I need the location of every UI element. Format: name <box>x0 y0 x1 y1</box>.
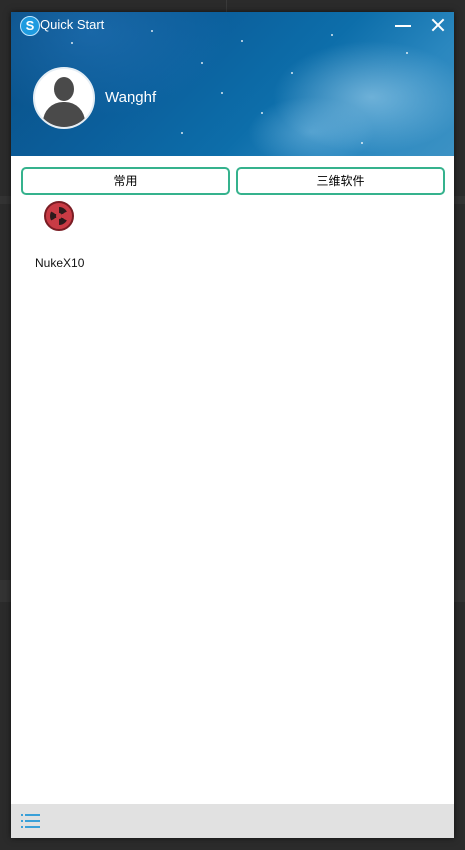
window-title: Quick Start <box>40 17 105 32</box>
list-menu-icon[interactable] <box>21 812 41 830</box>
tab-common[interactable]: 常用 <box>21 167 230 195</box>
avatar[interactable] <box>33 67 95 129</box>
user-name: Wanghf <box>105 89 157 106</box>
minimize-icon[interactable] <box>395 18 413 32</box>
app-label: NukeX10 <box>35 256 85 270</box>
quick-start-window: S Quick Start Wanghf 常用 三维软件 NukeX10 <box>11 12 454 838</box>
close-icon[interactable] <box>429 16 447 34</box>
user-silhouette-icon <box>54 77 74 101</box>
app-launcher-item[interactable]: NukeX10 <box>25 200 97 270</box>
app-logo-icon: S <box>20 16 40 36</box>
desktop-divider <box>226 0 227 12</box>
header-banner: S Quick Start Wanghf <box>11 12 454 156</box>
footer-bar <box>11 804 454 838</box>
tab-3d-software[interactable]: 三维软件 <box>236 167 445 195</box>
nuke-icon <box>44 201 74 231</box>
